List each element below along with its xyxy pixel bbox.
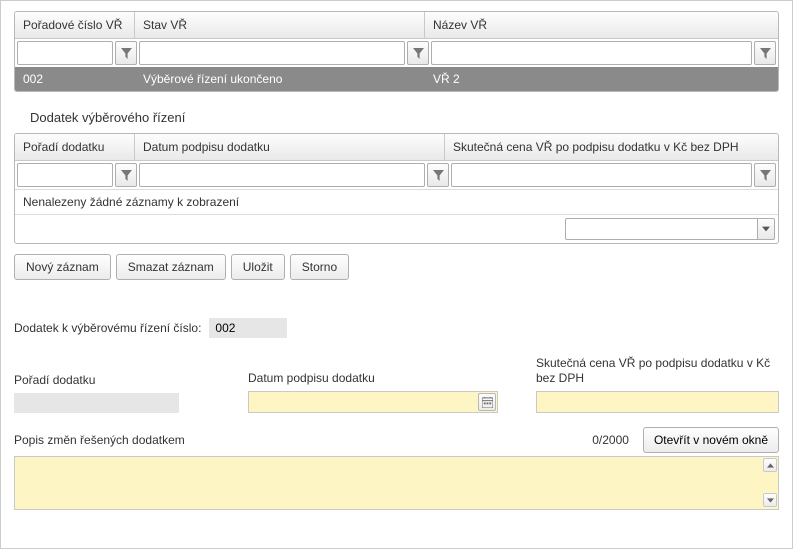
filter-add-date-input[interactable] <box>139 163 425 187</box>
char-count: 0/2000 <box>592 433 629 447</box>
grid-footer <box>15 214 778 243</box>
date-input[interactable] <box>248 391 498 413</box>
addendum-grid-header: Pořadí dodatku Datum podpisu dodatku Sku… <box>15 134 778 161</box>
scroll-up-icon[interactable] <box>763 458 777 472</box>
col-header-order[interactable]: Pořadové číslo VŘ <box>15 12 135 38</box>
col-header-status[interactable]: Stav VŘ <box>135 12 425 38</box>
col-header-add-date[interactable]: Datum podpisu dodatku <box>135 134 445 160</box>
vr-grid-filters <box>15 39 778 67</box>
cell-order: 002 <box>15 67 135 91</box>
filter-icon[interactable] <box>115 163 137 187</box>
filter-icon[interactable] <box>754 41 776 65</box>
order-field <box>14 393 179 413</box>
toolbar: Nový záznam Smazat záznam Uložit Storno <box>14 254 779 280</box>
filter-order-input[interactable] <box>17 41 113 65</box>
linked-vr-value <box>209 318 287 338</box>
cell-status: Výběrové řízení ukončeno <box>135 67 425 91</box>
filter-add-order-input[interactable] <box>17 163 113 187</box>
delete-button[interactable]: Smazat záznam <box>116 254 226 280</box>
chevron-down-icon[interactable] <box>757 218 775 240</box>
calendar-icon[interactable] <box>478 393 496 411</box>
addendum-grid: Pořadí dodatku Datum podpisu dodatku Sku… <box>14 133 779 244</box>
linked-vr-label: Dodatek k výběrovému řízení číslo: <box>14 321 201 335</box>
order-label: Pořadí dodatku <box>14 373 210 388</box>
desc-textarea[interactable] <box>14 456 779 510</box>
col-header-add-price[interactable]: Skutečná cena VŘ po podpisu dodatku v Kč… <box>445 134 778 160</box>
filter-icon[interactable] <box>754 163 776 187</box>
footer-dropdown[interactable] <box>565 218 775 240</box>
filter-icon[interactable] <box>115 41 137 65</box>
cell-name: VŘ 2 <box>425 67 778 91</box>
section-title: Dodatek výběrového řízení <box>30 110 779 125</box>
desc-label: Popis změn řešených dodatkem <box>14 433 185 447</box>
date-label: Datum podpisu dodatku <box>248 371 498 386</box>
new-button[interactable]: Nový záznam <box>14 254 111 280</box>
price-input[interactable] <box>536 391 779 413</box>
cancel-button[interactable]: Storno <box>290 254 349 280</box>
save-button[interactable]: Uložit <box>231 254 285 280</box>
vr-grid: Pořadové číslo VŘ Stav VŘ Název VŘ 002 V… <box>14 11 779 92</box>
col-header-add-order[interactable]: Pořadí dodatku <box>15 134 135 160</box>
filter-add-price-input[interactable] <box>451 163 752 187</box>
filter-icon[interactable] <box>407 41 429 65</box>
addendum-grid-filters <box>15 161 778 189</box>
scroll-down-icon[interactable] <box>763 493 777 507</box>
filter-icon[interactable] <box>427 163 449 187</box>
filter-status-input[interactable] <box>139 41 405 65</box>
filter-name-input[interactable] <box>431 41 752 65</box>
col-header-name[interactable]: Název VŘ <box>425 12 778 38</box>
vr-grid-header: Pořadové číslo VŘ Stav VŘ Název VŘ <box>15 12 778 39</box>
price-label: Skutečná cena VŘ po podpisu dodatku v Kč… <box>536 356 779 386</box>
table-row[interactable]: 002 Výběrové řízení ukončeno VŘ 2 <box>15 67 778 91</box>
empty-message: Nenalezeny žádné záznamy k zobrazení <box>15 189 778 214</box>
open-window-button[interactable]: Otevřít v novém okně <box>643 427 779 453</box>
